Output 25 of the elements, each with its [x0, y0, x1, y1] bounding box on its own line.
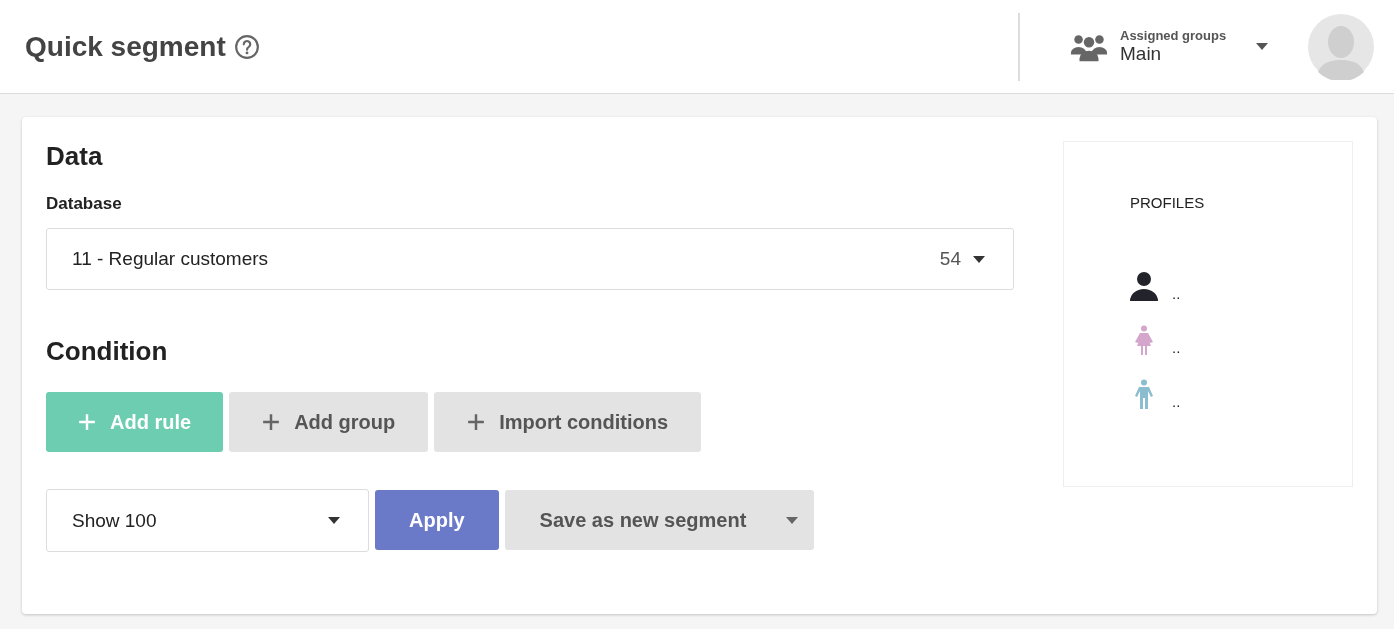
profile-count: .. [1172, 286, 1181, 301]
add-button[interactable]: Import conditions [434, 392, 702, 452]
caret-icon [1256, 43, 1268, 50]
page-title: Quick segment [25, 30, 226, 63]
add-button[interactable]: Add group [229, 392, 429, 452]
apply-button[interactable]: Apply [375, 490, 499, 550]
profile-count: .. [1172, 394, 1181, 409]
profiles-title: PROFILES [1130, 194, 1206, 211]
show-select[interactable]: Show 100 [46, 489, 369, 552]
section-title: Condition [46, 336, 169, 367]
plus-icon [78, 413, 96, 431]
save-segment-button[interactable]: Save as new segment [504, 490, 815, 550]
help-icon[interactable] [233, 33, 260, 60]
section-title: Data [46, 141, 104, 172]
groups-label: Assigned groups [1120, 28, 1227, 43]
groups-value: Main [1120, 43, 1163, 65]
plus-icon [467, 413, 486, 431]
plus-icon [262, 413, 281, 431]
caret-icon [786, 516, 799, 524]
group-selector[interactable]: Assigned groups Main [1070, 28, 1268, 65]
database-select[interactable]: 11 - Regular customers 54 [46, 228, 1014, 290]
caret-icon [973, 255, 985, 263]
caret-icon [328, 517, 340, 524]
field-label: Database [46, 194, 123, 214]
profile-count: .. [1172, 340, 1181, 355]
